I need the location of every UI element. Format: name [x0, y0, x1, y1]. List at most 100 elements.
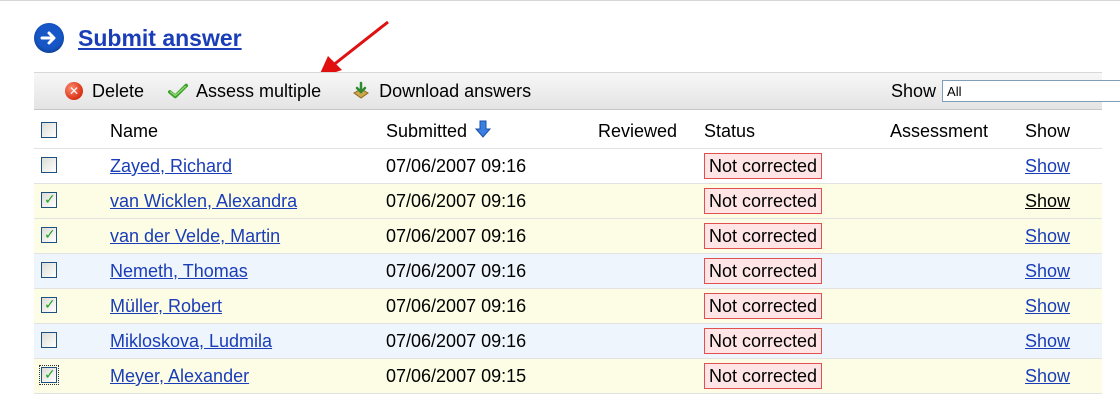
show-cell: Show [1025, 254, 1070, 288]
checkmark-icon [168, 81, 189, 101]
row-checkbox-cell: ✓ [41, 219, 59, 253]
check-icon: ✓ [44, 191, 56, 207]
name-cell: Müller, Robert [110, 289, 222, 323]
name-cell: van Wicklen, Alexandra [110, 184, 297, 218]
submitted-cell: 07/06/2007 09:16 [386, 331, 527, 351]
student-name-link[interactable]: Meyer, Alexander [110, 366, 249, 386]
student-name-link[interactable]: van der Velde, Martin [110, 226, 280, 246]
status-badge: Not corrected [704, 258, 823, 284]
student-name-link[interactable]: Mikloskova, Ludmila [110, 331, 272, 351]
name-cell: Mikloskova, Ludmila [110, 324, 272, 358]
submitted-cell: 07/06/2007 09:15 [386, 366, 527, 386]
row-checkbox[interactable] [41, 332, 57, 348]
arrow-right-circle-icon[interactable] [34, 23, 64, 53]
show-filter: Show All [891, 73, 1120, 109]
row-checkbox-cell [41, 149, 59, 183]
page-header: Submit answer [34, 18, 242, 58]
row-checkbox[interactable]: ✓ [41, 226, 57, 243]
name-cell: Meyer, Alexander [110, 359, 249, 393]
show-cell: Show [1025, 359, 1070, 393]
show-cell: Show [1025, 324, 1070, 358]
name-cell: Nemeth, Thomas [110, 254, 248, 288]
show-cell: Show [1025, 184, 1070, 218]
table-header-row: Name Submitted Reviewed Status Assessmen… [34, 114, 1102, 149]
student-name-link[interactable]: Zayed, Richard [110, 156, 232, 176]
status-cell: Not corrected [704, 184, 823, 218]
show-link[interactable]: Show [1025, 366, 1070, 386]
submitted-cell: 07/06/2007 09:16 [386, 156, 527, 176]
show-link[interactable]: Show [1025, 296, 1070, 316]
student-name-link[interactable]: van Wicklen, Alexandra [110, 191, 297, 211]
column-header-status[interactable]: Status [704, 114, 755, 148]
delete-icon: ✕ [64, 81, 84, 101]
row-checkbox-cell: ✓ [41, 184, 59, 218]
row-checkbox-cell [41, 324, 59, 358]
row-checkbox-cell: ✓ [41, 289, 59, 323]
status-cell: Not corrected [704, 359, 823, 393]
page-title[interactable]: Submit answer [78, 25, 242, 52]
status-cell: Not corrected [704, 324, 823, 358]
column-header-name[interactable]: Name [110, 114, 158, 148]
column-header-submitted[interactable]: Submitted [386, 114, 492, 149]
status-badge: Not corrected [704, 363, 823, 389]
select-all-checkbox[interactable] [41, 122, 57, 138]
download-answers-label: Download answers [379, 80, 532, 101]
submitted-cell: 07/06/2007 09:16 [386, 296, 527, 316]
submitted-cell: 07/06/2007 09:16 [386, 261, 527, 281]
column-header-assessment[interactable]: Assessment [890, 114, 988, 148]
row-checkbox[interactable] [41, 157, 57, 173]
status-badge: Not corrected [704, 293, 823, 319]
assess-multiple-label: Assess multiple [196, 80, 322, 101]
table-body: Zayed, Richard 07/06/2007 09:16 Not correc… [34, 149, 1102, 394]
show-cell: Show [1025, 219, 1070, 253]
answers-table: Name Submitted Reviewed Status Assessmen… [34, 114, 1102, 394]
show-link[interactable]: Show [1025, 261, 1070, 281]
table-row: Zayed, Richard 07/06/2007 09:16 Not correc… [34, 149, 1102, 184]
status-cell: Not corrected [704, 289, 823, 323]
submitted-cell: 07/06/2007 09:16 [386, 191, 527, 211]
toolbar: ✕ Delete Assess multiple Download answer… [34, 72, 1120, 110]
table-row: ✓ Meyer, Alexander 07/06/2007 09:15 Not cor… [34, 359, 1102, 394]
show-link[interactable]: Show [1025, 226, 1070, 246]
show-link[interactable]: Show [1025, 191, 1070, 211]
status-cell: Not corrected [704, 149, 823, 183]
status-badge: Not corrected [704, 223, 823, 249]
row-checkbox-cell: ✓ [39, 359, 59, 393]
show-link[interactable]: Show [1025, 331, 1070, 351]
column-header-reviewed[interactable]: Reviewed [598, 114, 677, 148]
row-checkbox-cell [41, 254, 59, 288]
show-link[interactable]: Show [1025, 156, 1070, 176]
delete-label: Delete [92, 80, 145, 101]
name-cell: Zayed, Richard [110, 149, 232, 183]
status-badge: Not corrected [704, 153, 823, 179]
delete-button[interactable]: ✕ Delete [64, 73, 144, 109]
student-name-link[interactable]: Nemeth, Thomas [110, 261, 248, 281]
table-row: Mikloskova, Ludmila 07/06/2007 09:16 Not c… [34, 324, 1102, 359]
download-icon [351, 81, 371, 101]
status-badge: Not corrected [704, 328, 823, 354]
column-header-show: Show [1025, 121, 1071, 141]
table-row: ✓ van Wicklen, Alexandra 07/06/2007 09:16 N… [34, 184, 1102, 219]
assess-multiple-button[interactable]: Assess multiple [168, 73, 321, 109]
row-checkbox[interactable]: ✓ [41, 191, 57, 208]
check-icon: ✓ [44, 226, 56, 242]
check-icon: ✓ [44, 366, 56, 382]
status-cell: Not corrected [704, 254, 823, 288]
table-row: Nemeth, Thomas 07/06/2007 09:16 Not correc… [34, 254, 1102, 289]
table-row: ✓ Müller, Robert 07/06/2007 09:16 Not corre… [34, 289, 1102, 324]
download-answers-button[interactable]: Download answers [351, 73, 531, 109]
show-select[interactable]: All [942, 80, 1120, 102]
row-checkbox[interactable]: ✓ [41, 296, 57, 313]
column-header-submitted-label: Submitted [386, 121, 468, 141]
show-filter-label: Show [891, 80, 937, 101]
sort-down-arrow-icon[interactable] [474, 115, 492, 149]
row-checkbox[interactable]: ✓ [39, 365, 59, 385]
name-cell: van der Velde, Martin [110, 219, 280, 253]
row-checkbox[interactable] [41, 262, 57, 278]
show-cell: Show [1025, 289, 1070, 323]
select-all-cell [41, 114, 59, 148]
show-cell: Show [1025, 149, 1070, 183]
student-name-link[interactable]: Müller, Robert [110, 296, 222, 316]
status-badge: Not corrected [704, 188, 823, 214]
submitted-cell: 07/06/2007 09:16 [386, 226, 527, 246]
